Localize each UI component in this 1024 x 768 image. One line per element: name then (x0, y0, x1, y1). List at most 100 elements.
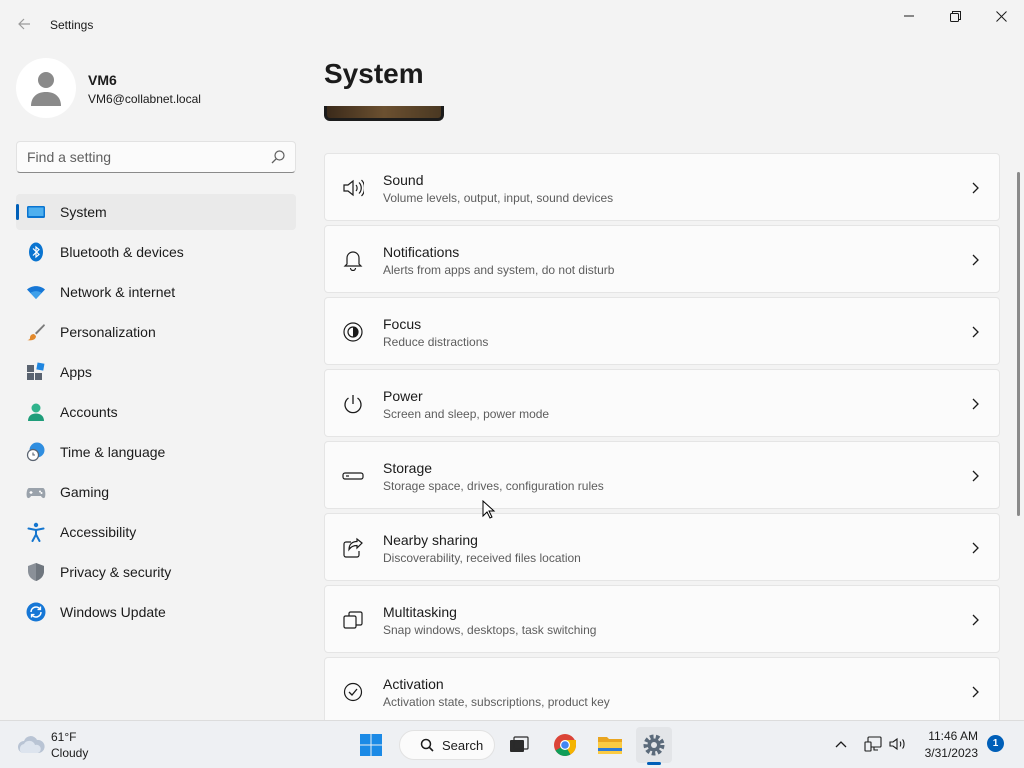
settings-card-storage[interactable]: Storage Storage space, drives, configura… (324, 441, 1000, 509)
task-view-icon (510, 736, 529, 752)
taskbar-search[interactable]: Search (399, 730, 495, 760)
show-hidden-icons-button[interactable] (831, 734, 851, 754)
chevron-up-icon (835, 741, 847, 748)
settings-card-multitasking[interactable]: Multitasking Snap windows, desktops, tas… (324, 585, 1000, 653)
scrollbar[interactable] (1017, 172, 1020, 516)
card-title: Activation (383, 676, 444, 692)
mouse-cursor-icon (482, 500, 496, 519)
bell-icon (343, 251, 363, 271)
back-arrow-icon (18, 18, 30, 30)
update-icon (26, 602, 46, 622)
chevron-right-icon (972, 470, 979, 482)
card-subtitle: Volume levels, output, input, sound devi… (383, 191, 614, 205)
power-icon (344, 395, 362, 414)
file-explorer-taskbar-button[interactable] (592, 727, 628, 763)
user-profile[interactable]: VM6 VM6@collabnet.local (16, 58, 296, 118)
card-subtitle: Discoverability, received files location (383, 551, 581, 565)
shield-icon (28, 563, 44, 581)
active-app-indicator (647, 762, 661, 765)
avatar (16, 58, 76, 118)
chrome-taskbar-button[interactable] (547, 727, 583, 763)
multitask-icon (343, 611, 363, 629)
sidebar-item-system[interactable]: System (16, 194, 296, 230)
card-subtitle: Reduce distractions (383, 335, 489, 349)
sidebar-item-label: Privacy & security (60, 564, 172, 580)
card-subtitle: Storage space, drives, configuration rul… (383, 479, 604, 493)
task-view-button[interactable] (501, 727, 537, 763)
sidebar-item-label: System (60, 204, 107, 220)
sidebar-item-accessibility[interactable]: Accessibility (16, 514, 296, 550)
sidebar-item-apps[interactable]: Apps (16, 354, 296, 390)
desktop-preview-image[interactable] (324, 106, 444, 121)
sidebar-item-label: Time & language (60, 444, 166, 460)
sidebar-item-time-language[interactable]: Time & language (16, 434, 296, 470)
sidebar-item-bluetooth[interactable]: Bluetooth & devices (16, 234, 296, 270)
title-bar: Settings (0, 0, 1024, 48)
back-button[interactable] (10, 10, 38, 38)
chevron-right-icon (972, 254, 979, 266)
settings-gear-icon (643, 734, 665, 756)
sidebar-item-accounts[interactable]: Accounts (16, 394, 296, 430)
bluetooth-icon (29, 242, 43, 262)
minimize-button[interactable] (886, 0, 932, 32)
weather-condition: Cloudy (51, 746, 89, 760)
speaker-icon (343, 179, 364, 197)
chevron-right-icon (972, 182, 979, 194)
sidebar-item-windows-update[interactable]: Windows Update (16, 594, 296, 630)
card-title: Multitasking (383, 604, 457, 620)
weather-temperature: 61°F (51, 730, 77, 744)
card-title: Notifications (383, 244, 460, 260)
brush-icon (27, 324, 45, 341)
sidebar-item-label: Network & internet (60, 284, 176, 300)
chrome-icon (554, 734, 576, 756)
start-button[interactable] (353, 727, 389, 763)
app-title: Settings (50, 18, 94, 32)
sidebar-nav: System Bluetooth & devices Network & int… (16, 194, 296, 634)
sidebar-item-gaming[interactable]: Gaming (16, 474, 296, 510)
accounts-icon (28, 403, 44, 421)
sidebar-item-network[interactable]: Network & internet (16, 274, 296, 310)
settings-card-power[interactable]: Power Screen and sleep, power mode (324, 369, 1000, 437)
settings-card-activation[interactable]: Activation Activation state, subscriptio… (324, 657, 1000, 725)
wifi-icon (27, 286, 45, 299)
search-input[interactable] (17, 142, 257, 172)
settings-search (16, 141, 296, 173)
sidebar-item-personalization[interactable]: Personalization (16, 314, 296, 350)
settings-card-focus[interactable]: Focus Reduce distractions (324, 297, 1000, 365)
sidebar-item-label: Personalization (60, 324, 156, 340)
restore-button[interactable] (932, 0, 978, 32)
profile-name: VM6 (88, 72, 117, 88)
network-tray-button[interactable] (863, 734, 883, 754)
close-button[interactable] (978, 0, 1024, 32)
card-title: Power (383, 388, 423, 404)
gamepad-icon (26, 488, 46, 499)
minimize-icon (904, 15, 914, 17)
card-title: Sound (383, 172, 424, 188)
sidebar-item-label: Gaming (60, 484, 110, 500)
sidebar-item-label: Apps (60, 364, 92, 380)
accessibility-icon (27, 522, 45, 542)
settings-list: Sound Volume levels, output, input, soun… (324, 153, 1000, 729)
chevron-right-icon (972, 614, 979, 626)
chevron-right-icon (972, 326, 979, 338)
search-icon (420, 738, 434, 752)
chevron-right-icon (972, 542, 979, 554)
search-icon[interactable] (271, 150, 285, 164)
user-icon (31, 72, 61, 106)
card-title: Storage (383, 460, 433, 476)
settings-taskbar-button[interactable] (636, 727, 672, 763)
settings-card-nearby-sharing[interactable]: Nearby sharing Discoverability, received… (324, 513, 1000, 581)
settings-card-sound[interactable]: Sound Volume levels, output, input, soun… (324, 153, 1000, 221)
share-icon (343, 537, 363, 558)
cloud-icon (18, 736, 45, 753)
restore-icon (949, 10, 961, 22)
apps-icon (27, 362, 45, 380)
system-icon (27, 206, 45, 218)
check-circle-icon (343, 682, 363, 702)
volume-icon (889, 737, 905, 751)
storage-icon (342, 472, 364, 480)
volume-tray-button[interactable] (888, 734, 908, 754)
sidebar-item-privacy[interactable]: Privacy & security (16, 554, 296, 590)
card-subtitle: Snap windows, desktops, task switching (383, 623, 597, 637)
settings-card-notifications[interactable]: Notifications Alerts from apps and syste… (324, 225, 1000, 293)
